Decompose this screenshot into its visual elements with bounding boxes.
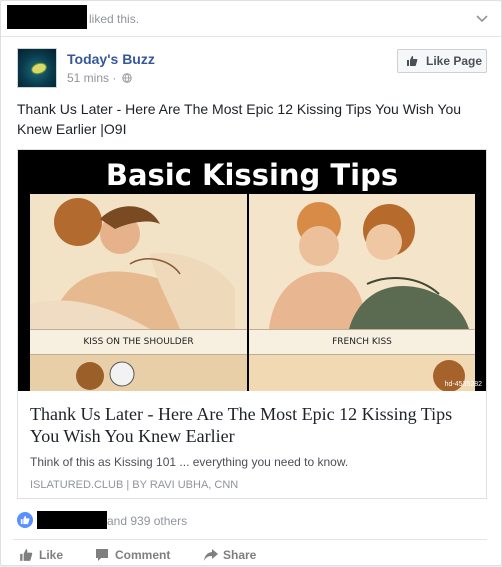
globe-icon[interactable]	[122, 73, 132, 83]
redacted-friend-name	[7, 5, 87, 29]
link-source: ISLATURED.CLUB | BY RAVI UBHA, CNN	[30, 479, 239, 491]
couple-illustration-right	[249, 194, 475, 391]
thumbs-up-icon	[20, 549, 33, 561]
post-meta: 51 mins ·	[67, 71, 132, 85]
story-header: liked this.	[1, 1, 501, 37]
chevron-down-icon[interactable]	[475, 11, 489, 25]
caption-right: FRENCH KISS	[249, 329, 475, 355]
link-preview-body[interactable]: Thank Us Later - Here Are The Most Epic …	[18, 391, 486, 498]
couple-illustration-left	[30, 194, 247, 390]
thumbs-up-icon	[407, 56, 418, 66]
avatar-logo	[30, 62, 48, 75]
share-label: Share	[223, 548, 257, 562]
link-description: Think of this as Kissing 101 ... everyth…	[30, 455, 349, 469]
meta-separator: ·	[112, 71, 117, 85]
image-watermark: hd-4535282	[444, 381, 482, 388]
like-page-button[interactable]: Like Page	[397, 49, 487, 73]
link-preview-image[interactable]: Basic Kissing Tips KISS ON THE SHOULDER	[18, 150, 486, 391]
redacted-reactor-name	[37, 511, 107, 529]
illustration-panel-right: FRENCH KISS	[249, 194, 475, 391]
feed-story-card: liked this. Today's Buzz 51 mins · Like …	[0, 0, 502, 566]
share-icon	[204, 549, 218, 561]
like-reaction-icon	[17, 512, 33, 528]
like-label: Like	[39, 548, 64, 562]
reactions-summary[interactable]: and 939 others	[17, 511, 487, 531]
like-page-label: Like Page	[425, 54, 483, 68]
comment-icon	[96, 549, 108, 561]
link-title[interactable]: Thank Us Later - Here Are The Most Epic …	[30, 403, 474, 447]
illustration-panel-left: KISS ON THE SHOULDER	[30, 194, 247, 391]
caption-left: KISS ON THE SHOULDER	[30, 329, 247, 355]
link-preview-card[interactable]: Basic Kissing Tips KISS ON THE SHOULDER	[17, 149, 487, 499]
post-actions-bar: Like Comment Share	[13, 539, 487, 567]
reactions-count-text[interactable]: and 939 others	[107, 514, 187, 528]
post-time[interactable]: 51 mins	[67, 71, 109, 85]
liked-text: liked this.	[89, 12, 140, 26]
preview-image-title: Basic Kissing Tips	[105, 158, 399, 192]
page-name-link[interactable]: Today's Buzz	[67, 51, 155, 67]
post-text: Thank Us Later - Here Are The Most Epic …	[17, 101, 462, 137]
page-avatar[interactable]	[17, 48, 57, 88]
comment-label: Comment	[115, 548, 171, 562]
